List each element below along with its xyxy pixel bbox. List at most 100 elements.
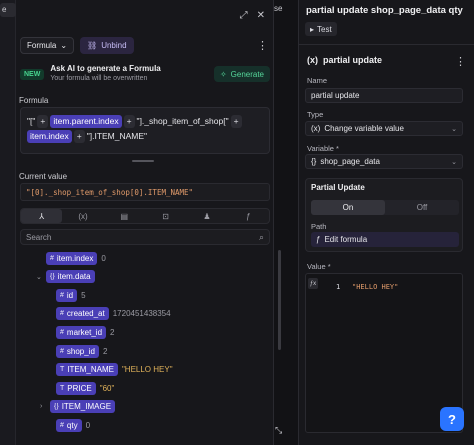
resize-corner-icon[interactable]: ⤡ <box>275 425 282 436</box>
variable-chip[interactable]: # item.index <box>46 251 98 265</box>
name-field[interactable]: partial update <box>305 88 463 103</box>
sparkle-icon: ✧ <box>219 69 227 79</box>
formula-operator: + <box>230 115 242 128</box>
strip-tag: e <box>0 3 16 17</box>
type-label: Type <box>307 110 324 119</box>
more-options-icon[interactable]: ⋮ <box>257 39 270 52</box>
edit-formula-button[interactable]: ƒ Edit formula <box>311 232 459 247</box>
value-label: Value * <box>307 262 331 271</box>
variable-chip[interactable]: T PRICE <box>56 381 96 395</box>
explorer-tab-icon[interactable]: ƒ <box>228 209 269 223</box>
generate-button[interactable]: ✧ Generate <box>213 66 270 82</box>
type-icon: # <box>60 291 64 299</box>
explorer-tab-icon[interactable]: ⊡ <box>145 209 186 223</box>
type-icon: {} <box>54 403 59 411</box>
partial-update-box: Partial Update On Off Path ƒ Edit formul… <box>305 178 463 252</box>
tree-row[interactable]: # id 5 <box>46 288 86 302</box>
formula-editor[interactable]: "[" + item.parent.index + "]._shop_item_of_s… <box>20 107 270 154</box>
type-icon: # <box>60 328 64 336</box>
toggle-off[interactable]: Off <box>385 200 459 215</box>
chevron-down-icon: ⌄ <box>451 158 457 166</box>
variable-chip[interactable]: {} ITEM_IMAGE <box>50 400 116 414</box>
value-code-editor[interactable]: ƒx 1 "HELLO HEY" <box>305 273 463 433</box>
generate-label: Generate <box>230 69 264 79</box>
ai-banner-title: Ask AI to generate a Formula <box>50 64 161 73</box>
explorer-tab-icon[interactable]: (x) <box>62 209 103 223</box>
variable-value: 5 <box>81 290 86 300</box>
variable-value: 0 <box>85 420 91 430</box>
tree-row[interactable]: # shop_id 2 <box>46 344 107 358</box>
variable-name: created_at <box>66 309 105 319</box>
divider <box>299 44 474 45</box>
variable-value: 2 <box>110 327 115 337</box>
variable-name: qty <box>66 420 78 430</box>
variable-value: shop_page_data <box>320 157 380 166</box>
partial-update-toggle: On Off <box>311 200 459 215</box>
type-value: Change variable value <box>324 124 404 133</box>
formula-label: Formula <box>19 96 49 105</box>
name-label: Name <box>307 76 328 85</box>
search-input[interactable] <box>26 232 259 242</box>
test-button[interactable]: ▸ Test <box>305 22 337 36</box>
variable-value: "60" <box>99 383 115 393</box>
explorer-tab-icon[interactable]: ⅄ <box>21 209 63 223</box>
tree-row[interactable]: # market_id 2 <box>46 325 114 339</box>
tree-row[interactable]: # qty 0 <box>46 418 90 432</box>
formula-variable-chip: item.index <box>27 130 72 143</box>
explorer-tab-icon[interactable]: ♟ <box>186 209 227 223</box>
ai-generate-banner: NEW Ask AI to generate a Formula Your fo… <box>20 62 270 86</box>
variable-name: id <box>66 290 74 300</box>
formula-operator: + <box>73 130 85 143</box>
tree-row[interactable]: T PRICE "60" <box>46 381 114 395</box>
name-value: partial update <box>311 91 360 100</box>
tree-row[interactable]: # created_at 1720451438354 <box>46 307 171 321</box>
toggle-on[interactable]: On <box>311 200 385 215</box>
tree-row[interactable]: › {} ITEM_IMAGE <box>40 400 116 414</box>
new-badge: NEW <box>20 68 45 80</box>
expand-icon[interactable]: ⤢ <box>240 10 248 21</box>
type-icon: # <box>50 254 54 262</box>
unbind-button[interactable]: ⛓ Unbind <box>80 36 134 54</box>
variable-value: 0 <box>101 253 106 263</box>
variable-chip[interactable]: # qty <box>56 418 82 432</box>
variable-chip[interactable]: T ITEM_NAME <box>56 363 118 377</box>
formula-resize-handle[interactable] <box>132 160 154 162</box>
variable-name: ITEM_IMAGE <box>61 402 112 412</box>
chevron-down-icon: ⌄ <box>451 125 457 133</box>
formula-text: "].ITEM_NAME" <box>86 131 148 141</box>
variable-select[interactable]: {} shop_page_data ⌄ <box>305 154 463 169</box>
tree-scrollbar[interactable] <box>278 250 281 350</box>
tree-row[interactable]: # item.index 0 <box>36 251 106 265</box>
test-label: Test <box>317 24 332 34</box>
type-icon: T <box>60 366 65 374</box>
formula-toggle-icon[interactable]: ƒx <box>308 278 318 289</box>
tree-row[interactable]: T ITEM_NAME "HELLO HEY" <box>46 363 173 377</box>
step-more-icon[interactable]: ⋮ <box>455 55 466 68</box>
variable-chip[interactable]: {} item.data <box>46 270 95 284</box>
current-value-display: "[0]._shop_item_of_shop[0].ITEM_NAME" <box>20 183 270 201</box>
variable-chip[interactable]: # created_at <box>56 307 109 321</box>
variable-value: 1720451438354 <box>112 309 171 319</box>
type-select[interactable]: (x) Change variable value ⌄ <box>305 121 463 136</box>
step-title: partial update <box>323 55 383 65</box>
play-icon: ▸ <box>310 24 315 34</box>
formula-variable-chip: item.parent.index <box>50 115 122 128</box>
close-icon[interactable]: ✕ <box>257 10 265 21</box>
explorer-tab-icon[interactable]: ▤ <box>104 209 145 223</box>
variable-name: item.index <box>56 253 94 263</box>
ai-banner-subtitle: Your formula will be overwritten <box>50 75 148 82</box>
type-icon: T <box>60 384 65 392</box>
formula-mode-dropdown[interactable]: Formula ⌄ <box>20 36 75 54</box>
variable-chip[interactable]: # market_id <box>56 325 107 339</box>
chevron-right-icon[interactable]: › <box>40 403 46 410</box>
variable-name: PRICE <box>67 383 92 393</box>
workflow-step-panel: partial update shop_page_data qty ▸ Test… <box>298 0 474 445</box>
formula-operator: + <box>123 115 135 128</box>
partial-update-title: Partial Update <box>311 183 365 192</box>
type-icon: # <box>60 421 64 429</box>
variable-chip[interactable]: # id <box>56 288 78 302</box>
help-chat-button[interactable]: ? <box>440 407 464 431</box>
chevron-down-icon[interactable]: ⌄ <box>36 273 42 281</box>
tree-row[interactable]: ⌄ {} item.data <box>36 270 95 284</box>
variable-chip[interactable]: # shop_id <box>56 344 99 358</box>
